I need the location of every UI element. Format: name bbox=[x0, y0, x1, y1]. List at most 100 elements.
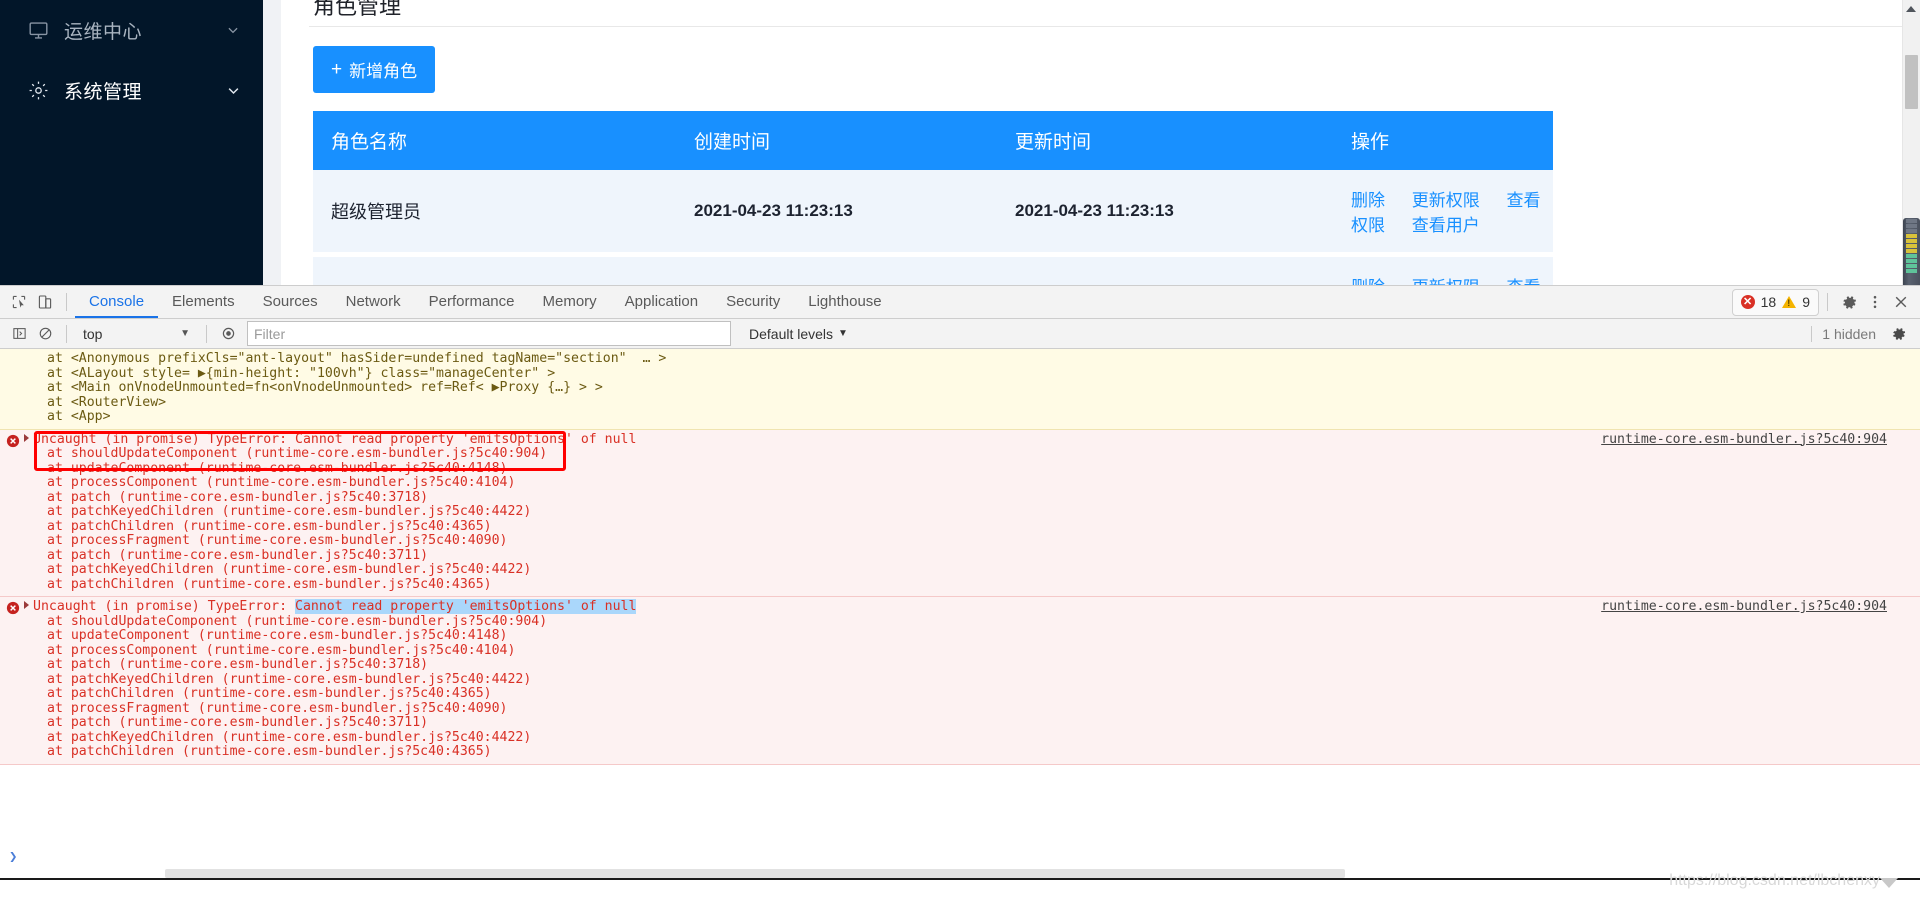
inspect-element-icon[interactable] bbox=[6, 289, 32, 315]
tab-memory[interactable]: Memory bbox=[529, 286, 611, 318]
stack-line: at updateComponent (runtime-core.esm-bun… bbox=[47, 628, 508, 643]
hidden-count-label[interactable]: 1 hidden bbox=[1822, 326, 1876, 342]
error-headline-selected: Cannot read property 'emitsOptions' of n… bbox=[295, 599, 637, 614]
scroll-up-arrow-icon[interactable] bbox=[1906, 6, 1916, 12]
tab-console[interactable]: Console bbox=[75, 286, 158, 318]
page-scrollbar-thumb[interactable] bbox=[1905, 55, 1918, 109]
sidebar-item-label: 系统管理 bbox=[64, 81, 143, 103]
battery-cell bbox=[1906, 254, 1917, 258]
expand-triangle-icon[interactable] bbox=[24, 433, 29, 442]
delete-link[interactable]: 删除 bbox=[1351, 278, 1385, 285]
hidden-messages-note: 1 hidden bbox=[1811, 321, 1920, 347]
close-icon[interactable] bbox=[1888, 289, 1914, 315]
table-row: 陈新勇更新用 2021-04-25 13:35:15 2021-04-25 13… bbox=[313, 254, 1553, 285]
stack-line: at updateComponent (runtime-core.esm-bun… bbox=[47, 460, 508, 476]
column-header-operations[interactable]: 操作 bbox=[1333, 111, 1553, 170]
stack-line: at patch (runtime-core.esm-bundler.js?5c… bbox=[47, 657, 429, 672]
add-role-button-label: 新增角色 bbox=[349, 62, 418, 81]
execution-context-selector[interactable]: top ▼ bbox=[75, 323, 198, 344]
stack-line: at patchKeyedChildren (runtime-core.esm-… bbox=[47, 504, 532, 519]
stack-line: at patchKeyedChildren (runtime-core.esm-… bbox=[47, 729, 532, 745]
column-header-updated-time[interactable]: 更新时间 bbox=[997, 111, 1333, 170]
console-message-error-2[interactable]: runtime-core.esm-bundler.js?5c40:904 Unc… bbox=[0, 597, 1920, 765]
tab-network[interactable]: Network bbox=[332, 286, 415, 318]
stack-line: at <App> bbox=[47, 409, 111, 424]
card-toolbar: + 新增角色 bbox=[309, 26, 1892, 93]
device-toolbar-icon[interactable] bbox=[32, 289, 58, 315]
gear-icon bbox=[26, 78, 50, 102]
sidebar-item-ops-center[interactable]: 运维中心 bbox=[0, 0, 263, 60]
stack-line: at patch (runtime-core.esm-bundler.js?5c… bbox=[47, 715, 429, 730]
chevron-down-icon[interactable] bbox=[225, 22, 241, 38]
console-sidebar-toggle-icon[interactable] bbox=[6, 321, 32, 347]
tab-application[interactable]: Application bbox=[611, 286, 712, 318]
toolbar-divider bbox=[66, 324, 67, 343]
tab-security[interactable]: Security bbox=[712, 286, 794, 318]
stack-line: at patch (runtime-core.esm-bundler.js?5c… bbox=[47, 547, 429, 563]
cell-updated-time: 2021-04-25 13:35:15 bbox=[997, 254, 1333, 285]
stack-line: at processComponent (runtime-core.esm-bu… bbox=[47, 642, 516, 658]
battery-cell bbox=[1906, 224, 1917, 228]
battery-cell bbox=[1906, 219, 1917, 223]
live-expression-icon[interactable] bbox=[215, 321, 241, 347]
update-perm-link[interactable]: 更新权限 bbox=[1412, 191, 1480, 210]
plus-icon: + bbox=[331, 59, 343, 80]
content-wrapper: 角色管理 + 新增角色 角色名称 创建时间 更新时间 操作 超级管理员 2021… bbox=[263, 0, 1920, 285]
page-title: 角色管理 bbox=[313, 0, 402, 19]
log-levels-selector[interactable]: Default levels ▼ bbox=[749, 326, 848, 342]
devtools-panel: Console Elements Sources Network Perform… bbox=[0, 285, 1920, 902]
error-icon: ✕ bbox=[1740, 295, 1755, 309]
clear-console-icon[interactable] bbox=[32, 321, 58, 347]
stack-line: at patchChildren (runtime-core.esm-bundl… bbox=[47, 518, 492, 534]
console-settings-gear-icon[interactable] bbox=[1886, 321, 1912, 347]
chevron-down-icon[interactable] bbox=[225, 82, 241, 98]
tab-sources[interactable]: Sources bbox=[249, 286, 332, 318]
more-vertical-icon[interactable] bbox=[1862, 289, 1888, 315]
battery-cell bbox=[1906, 234, 1917, 238]
gear-icon[interactable] bbox=[1836, 289, 1862, 315]
delete-link[interactable]: 删除 bbox=[1351, 191, 1385, 210]
tab-elements[interactable]: Elements bbox=[158, 286, 249, 318]
source-link[interactable]: runtime-core.esm-bundler.js?5c40:904 bbox=[1601, 432, 1887, 448]
issues-counter[interactable]: ✕ 18 9 bbox=[1731, 288, 1819, 316]
message-lines: at <Anonymous prefixCls="ant-layout" has… bbox=[0, 349, 1920, 429]
cell-role-name: 超级管理员 bbox=[313, 170, 676, 257]
stack-line: at processFragment (runtime-core.esm-bun… bbox=[47, 700, 508, 716]
console-filterbar: top ▼ Default levels ▼ 1 hidden bbox=[0, 319, 1920, 349]
update-perm-link[interactable]: 更新权限 bbox=[1412, 278, 1480, 285]
application-viewport: 运维中心 系统管理 角色管理 + 新增角色 角色名称 创建时间 更新时间 操作 … bbox=[0, 0, 1920, 285]
add-role-button[interactable]: + 新增角色 bbox=[313, 46, 436, 93]
column-header-role-name[interactable]: 角色名称 bbox=[313, 111, 676, 170]
stack-line: at patchChildren (runtime-core.esm-bundl… bbox=[47, 576, 492, 592]
stack-line: at shouldUpdateComponent (runtime-core.e… bbox=[47, 446, 548, 461]
battery-cell bbox=[1906, 264, 1917, 268]
tab-performance[interactable]: Performance bbox=[415, 286, 529, 318]
cell-created-time: 2021-04-25 13:35:15 bbox=[676, 254, 997, 285]
cell-created-time: 2021-04-23 11:23:13 bbox=[676, 170, 997, 257]
log-levels-value: Default levels bbox=[749, 325, 834, 342]
roles-table-head: 角色名称 创建时间 更新时间 操作 bbox=[313, 111, 1553, 170]
stack-line: at <Anonymous prefixCls="ant-layout" has… bbox=[47, 351, 667, 366]
expand-triangle-icon[interactable] bbox=[24, 601, 29, 609]
stack-line: at <RouterView> bbox=[47, 394, 167, 410]
column-header-created-time[interactable]: 创建时间 bbox=[676, 111, 997, 170]
stack-line: at patchKeyedChildren (runtime-core.esm-… bbox=[47, 671, 532, 687]
toolbar-divider bbox=[1811, 325, 1813, 342]
console-message-error-1[interactable]: runtime-core.esm-bundler.js?5c40:904 Unc… bbox=[0, 429, 1920, 597]
battery-cell bbox=[1906, 269, 1917, 273]
console-output[interactable]: at <Anonymous prefixCls="ant-layout" has… bbox=[0, 349, 1920, 880]
stack-line: at processComponent (runtime-core.esm-bu… bbox=[47, 475, 516, 490]
console-filter-input[interactable] bbox=[247, 321, 731, 346]
chevron-down-icon: ▼ bbox=[180, 328, 190, 339]
warning-icon bbox=[1782, 296, 1797, 308]
view-users-link[interactable]: 查看用户 bbox=[1412, 216, 1480, 235]
message-lines: Uncaught (in promise) TypeError: Cannot … bbox=[0, 597, 1920, 764]
console-message-warning[interactable]: at <Anonymous prefixCls="ant-layout" has… bbox=[0, 349, 1920, 430]
error-headline-prefix: Uncaught (in promise) TypeError: bbox=[33, 599, 296, 614]
source-link[interactable]: runtime-core.esm-bundler.js?5c40:904 bbox=[1601, 599, 1887, 615]
tab-lighthouse[interactable]: Lighthouse bbox=[794, 286, 895, 318]
devtools-horizontal-scroll-thumb[interactable] bbox=[165, 869, 1345, 878]
stack-line: at patch (runtime-core.esm-bundler.js?5c… bbox=[47, 489, 429, 505]
sidebar-item-system-management[interactable]: 系统管理 bbox=[0, 60, 263, 120]
battery-status-overlay bbox=[1903, 218, 1920, 285]
